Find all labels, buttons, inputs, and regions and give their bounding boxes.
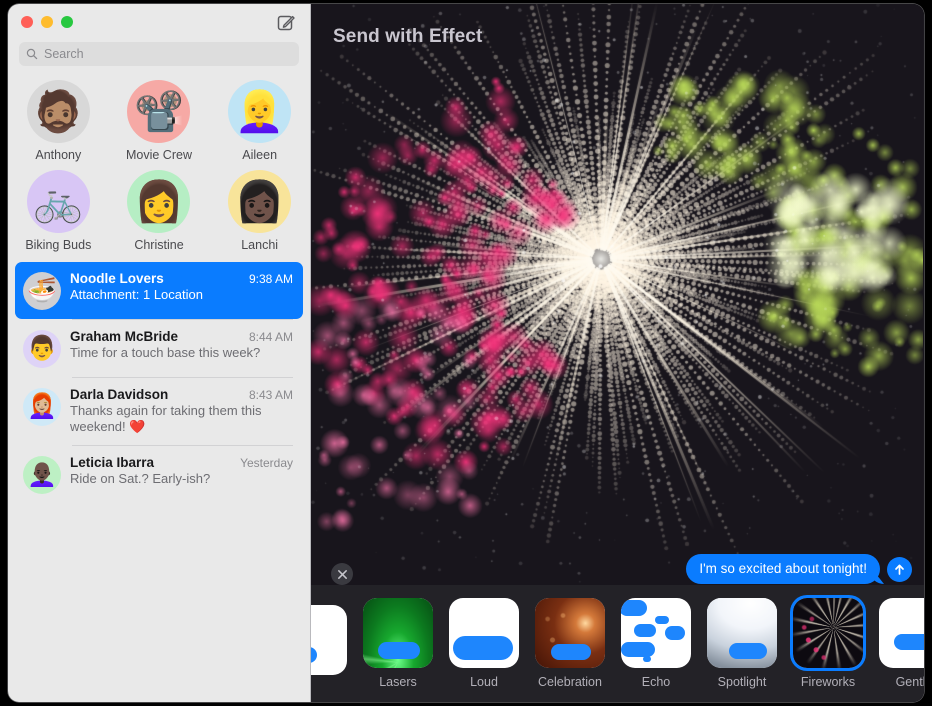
pinned-conversation-label: Lanchi (241, 238, 279, 252)
pinned-conversation-biking-buds[interactable]: 🚲 Biking Buds (8, 170, 109, 252)
effect-thumbnail[interactable] (707, 598, 777, 668)
effect-gentle[interactable]: Gentle (879, 598, 924, 689)
close-effects-button[interactable] (331, 563, 353, 585)
pinned-conversation-lanchi[interactable]: 👩🏿 Lanchi (209, 170, 310, 252)
pinned-conversation-aileen[interactable]: 👱‍♀️ Aileen (209, 80, 310, 162)
close-x-icon (337, 569, 347, 579)
conversation-timestamp: 9:38 AM (248, 272, 293, 286)
effect-spotlight[interactable]: Spotlight (707, 598, 777, 689)
effect-label: Spotlight (717, 675, 767, 689)
conversation-row[interactable]: 👩🏿‍🦲 Leticia Ibarra Yesterday Ride on Sat.?… (15, 446, 303, 503)
pinned-conversations: 🧔🏽 Anthony 📽️ Movie Crew 👱‍♀️ Aileen 🚲 Biking B… (8, 66, 310, 258)
effect-label: Loud (470, 675, 498, 689)
conversation-name: Leticia Ibarra (70, 454, 155, 470)
avatar: 👩 (127, 170, 191, 233)
close-window-button[interactable] (21, 16, 33, 28)
effect-label: Lasers (379, 675, 417, 689)
effect-echo[interactable]: Echo (621, 598, 691, 689)
pinned-conversation-label: Anthony (35, 148, 82, 162)
avatar: 🧔🏽 (26, 80, 90, 143)
effect-label: Celebration (538, 675, 602, 689)
avatar: 👩🏿 (228, 170, 292, 233)
conversation-preview: Time for a touch base this week? (70, 345, 261, 360)
effect-thumbnail[interactable] (449, 598, 519, 668)
conversation-row[interactable]: 🍜 Noodle Lovers 9:38 AM Attachment: 1 Locat… (15, 262, 303, 319)
avatar: 👱‍♀️ (228, 80, 292, 143)
zoom-window-button[interactable] (61, 16, 73, 28)
outgoing-message-row: I'm so excited about tonight! (686, 554, 912, 584)
page-title: Send with Effect (333, 26, 483, 47)
sidebar: Search 🧔🏽 Anthony 📽️ Movie Crew 👱‍♀️ Aileen 🚲 B… (8, 4, 311, 702)
pinned-conversation-label: Christine (134, 238, 184, 252)
messages-window: Search 🧔🏽 Anthony 📽️ Movie Crew 👱‍♀️ Aileen 🚲 B… (8, 4, 924, 702)
pinned-conversation-movie-crew[interactable]: 📽️ Movie Crew (109, 80, 210, 162)
avatar: 👩🏿‍🦲 (23, 455, 61, 494)
effect-thumbnail[interactable] (311, 605, 347, 675)
effects-tray[interactable]: Lasers Loud Celebration Echo Spotlight Firewo… (311, 585, 924, 702)
compose-message-icon[interactable] (277, 13, 296, 32)
message-bubble: I'm so excited about tonight! (686, 554, 880, 584)
avatar: 🍜 (23, 272, 61, 310)
send-button[interactable] (887, 556, 912, 582)
effect-lasers[interactable]: Lasers (363, 598, 433, 689)
effect-thumbnail[interactable] (535, 598, 605, 668)
conversation-timestamp: 8:43 AM (248, 388, 293, 402)
conversation-preview: Thanks again for taking them this weeken… (70, 403, 262, 435)
conversation-preview: Attachment: 1 Location (70, 287, 203, 302)
effect-preview-area: Send with Effect I'm so excited about to… (311, 4, 924, 702)
title-bar (8, 4, 310, 40)
effect-label: Echo (641, 675, 671, 689)
conversation-timestamp: Yesterday (240, 455, 293, 470)
conversation-timestamp: 8:44 AM (248, 330, 293, 344)
conversation-row[interactable]: 👩🏼‍🦰 Darla Davidson 8:43 AM Thanks again fo… (15, 378, 303, 445)
avatar: 📽️ (127, 80, 191, 143)
minimize-window-button[interactable] (41, 16, 53, 28)
search-container: Search (8, 40, 310, 66)
effect-label: Gentle (895, 675, 924, 689)
send-arrow-up-icon (895, 564, 904, 575)
avatar: 👨 (23, 330, 61, 368)
effect-fireworks[interactable]: Fireworks (793, 598, 863, 689)
conversation-name: Graham McBride (70, 329, 179, 344)
effect-thumbnail[interactable] (363, 598, 433, 668)
conversation-list: 🍜 Noodle Lovers 9:38 AM Attachment: 1 Locat… (8, 258, 310, 503)
effect-label: Fireworks (800, 675, 856, 689)
search-icon (26, 48, 38, 60)
conversation-name: Noodle Lovers (70, 271, 164, 286)
traffic-lights (21, 16, 73, 28)
effect-loud[interactable]: Loud (449, 598, 519, 689)
conversation-name: Darla Davidson (70, 387, 169, 402)
pinned-conversation-anthony[interactable]: 🧔🏽 Anthony (8, 80, 109, 162)
conversation-preview: Ride on Sat.? Early-ish? (70, 470, 211, 486)
search-placeholder: Search (44, 47, 84, 61)
effect-thumbnail[interactable] (793, 598, 863, 668)
effect-celebration[interactable]: Celebration (535, 598, 605, 689)
pinned-conversation-label: Aileen (242, 148, 278, 162)
conversation-row[interactable]: 👨 Graham McBride 8:44 AM Time for a touch b… (15, 320, 303, 377)
avatar: 👩🏼‍🦰 (23, 388, 61, 426)
effect-thumbnail[interactable] (621, 598, 691, 668)
effect-partial[interactable] (311, 605, 347, 682)
search-input[interactable]: Search (19, 42, 299, 66)
avatar: 🚲 (26, 170, 90, 233)
pinned-conversation-christine[interactable]: 👩 Christine (109, 170, 210, 252)
effect-thumbnail[interactable] (879, 598, 924, 668)
pinned-conversation-label: Biking Buds (25, 238, 92, 252)
pinned-conversation-label: Movie Crew (125, 148, 192, 162)
